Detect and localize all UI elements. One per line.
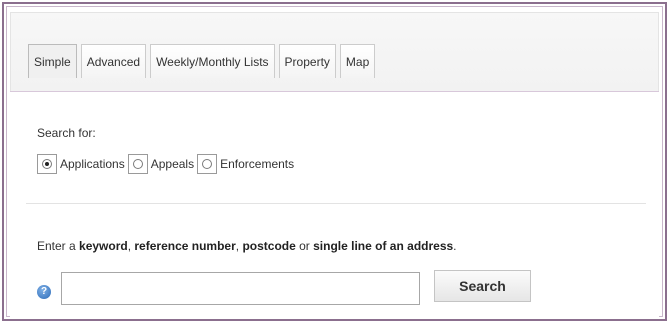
instructions-postcode: postcode: [242, 239, 296, 253]
section-divider: [26, 203, 646, 204]
radio-circle-icon: [132, 159, 143, 169]
tab-simple[interactable]: Simple: [28, 44, 77, 78]
enforcements-radio-label[interactable]: Enforcements: [220, 157, 294, 171]
enforcements-radio[interactable]: [197, 154, 218, 174]
instructions-text: Enter a: [37, 239, 80, 253]
search-type-radio-group: Applications Appeals Enforcements: [37, 154, 297, 174]
tab-property[interactable]: Property: [278, 44, 336, 78]
instructions-keyword: keyword: [79, 239, 128, 253]
search-for-label: Search for:: [37, 126, 96, 140]
search-button[interactable]: Search: [434, 270, 531, 302]
tab-advanced[interactable]: Advanced: [80, 44, 147, 78]
applications-radio[interactable]: [37, 154, 57, 174]
instructions-reference-number: reference number: [134, 239, 236, 253]
tab-list: Simple Advanced Weekly/Monthly Lists Pro…: [28, 44, 376, 78]
radio-circle-icon: [42, 159, 52, 169]
appeals-radio[interactable]: [127, 154, 148, 174]
instructions-single-line-address: single line of an address: [313, 239, 454, 253]
help-icon[interactable]: ?: [37, 285, 51, 299]
applications-radio-label[interactable]: Applications: [60, 157, 125, 171]
radio-selected-dot-icon: [45, 162, 49, 166]
radio-circle-icon: [202, 159, 213, 169]
instructions-text: or: [295, 239, 314, 253]
tab-weekly-monthly-lists[interactable]: Weekly/Monthly Lists: [150, 44, 275, 78]
tab-bar: Simple Advanced Weekly/Monthly Lists Pro…: [10, 12, 659, 92]
tab-map[interactable]: Map: [339, 44, 376, 78]
appeals-radio-label[interactable]: Appeals: [151, 157, 194, 171]
search-instructions: Enter a keyword, reference number, postc…: [37, 239, 457, 253]
instructions-text: .: [453, 239, 457, 253]
search-input[interactable]: [61, 272, 420, 305]
simple-search-panel: Search for: Applications Appeals Enforce…: [10, 91, 659, 317]
search-frame: Simple Advanced Weekly/Monthly Lists Pro…: [2, 2, 667, 321]
